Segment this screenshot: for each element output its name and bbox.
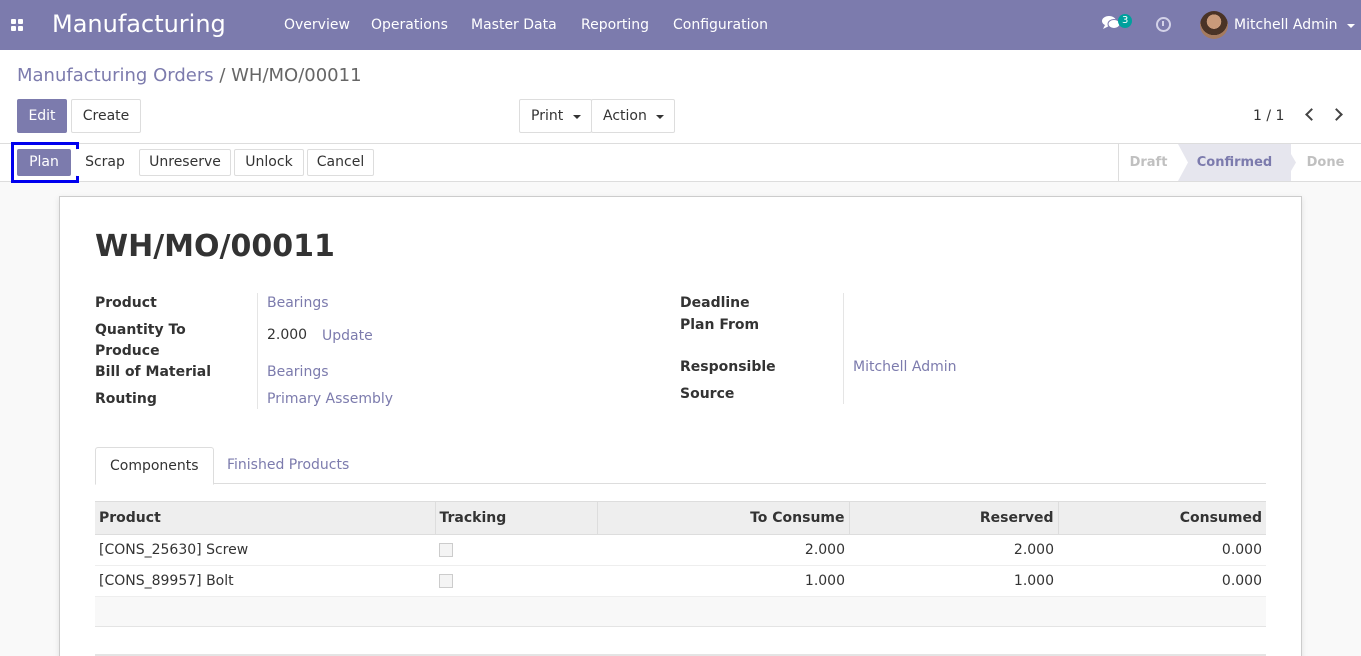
product-label: Product <box>95 295 157 311</box>
routing-label: Routing <box>95 391 157 407</box>
stage-arrow <box>1285 144 1296 181</box>
print-dropdown[interactable]: Print <box>519 99 592 133</box>
source-label: Source <box>680 386 735 402</box>
action-caret-icon <box>656 115 664 119</box>
table-row[interactable]: [CONS_25630] Screw 2.000 2.000 0.000 <box>95 534 1266 566</box>
user-avatar[interactable] <box>1200 11 1228 39</box>
qty-label: Quantity To Produce <box>95 322 186 359</box>
empty-cell <box>95 596 1266 627</box>
bom-value[interactable]: Bearings <box>267 362 329 383</box>
empty-row <box>95 596 1266 627</box>
row-consumed: 0.000 <box>1058 565 1266 597</box>
row-tracking <box>435 534 597 566</box>
status-bar: Plan Scrap Unreserve Unlock Cancel Draft… <box>0 142 1361 183</box>
menu-configuration[interactable]: Configuration <box>673 17 768 33</box>
product-value[interactable]: Bearings <box>267 293 329 314</box>
record-title: WH/MO/00011 <box>95 229 335 264</box>
table-header-row: Product Tracking To Consume Reserved Con… <box>95 501 1266 535</box>
tracking-checkbox <box>439 543 453 557</box>
scrap-button[interactable]: Scrap <box>75 149 135 176</box>
user-caret-icon <box>1347 24 1355 28</box>
top-navbar: Manufacturing Overview Operations Master… <box>0 0 1361 50</box>
tracking-checkbox <box>439 574 453 588</box>
stage-confirmed[interactable]: Confirmed <box>1178 144 1291 181</box>
menu-reporting[interactable]: Reporting <box>581 17 649 33</box>
menu-master-data[interactable]: Master Data <box>471 17 557 33</box>
row-reserved: 2.000 <box>849 534 1058 566</box>
table-row[interactable]: [CONS_89957] Bolt 1.000 1.000 0.000 <box>95 565 1266 597</box>
row-to-consume: 2.000 <box>597 534 849 566</box>
components-table: Product Tracking To Consume Reserved Con… <box>95 501 1266 627</box>
breadcrumb-parent[interactable]: Manufacturing Orders <box>17 65 214 86</box>
edit-button[interactable]: Edit <box>17 99 67 133</box>
apps-grid-icon[interactable] <box>11 19 25 31</box>
qty-value: 2.000 <box>267 327 308 343</box>
stage-done[interactable]: Done <box>1298 144 1353 181</box>
print-label: Print <box>531 108 564 124</box>
pager-previous-icon[interactable] <box>1305 108 1318 121</box>
notebook-tabs: Components Finished Products <box>95 447 1266 485</box>
action-dropdown[interactable]: Action <box>591 99 675 133</box>
unreserve-button[interactable]: Unreserve <box>139 149 231 176</box>
col-product[interactable]: Product <box>95 501 436 535</box>
cancel-button[interactable]: Cancel <box>307 149 374 176</box>
col-to-consume[interactable]: To Consume <box>597 501 850 535</box>
update-qty-link[interactable]: Update <box>322 326 373 347</box>
menu-operations[interactable]: Operations <box>371 17 448 33</box>
pager-value[interactable]: 1 / 1 <box>1253 108 1284 124</box>
activity-clock-icon[interactable] <box>1156 17 1171 32</box>
row-to-consume: 1.000 <box>597 565 849 597</box>
create-button[interactable]: Create <box>71 99 141 133</box>
col-reserved[interactable]: Reserved <box>849 501 1059 535</box>
tab-finished-products[interactable]: Finished Products <box>213 447 363 484</box>
app-title: Manufacturing <box>52 10 226 38</box>
row-tracking <box>435 565 597 597</box>
plan-button[interactable]: Plan <box>17 149 71 176</box>
unlock-button[interactable]: Unlock <box>234 149 304 176</box>
plan-from-label: Plan From <box>680 317 760 333</box>
menu-overview[interactable]: Overview <box>284 17 350 33</box>
breadcrumb-separator: / <box>213 65 232 86</box>
row-reserved: 1.000 <box>849 565 1058 597</box>
print-caret-icon <box>573 115 581 119</box>
chat-count-badge: 3 <box>1118 14 1133 28</box>
deadline-label: Deadline <box>680 295 750 311</box>
row-product: [CONS_25630] Screw <box>95 534 435 566</box>
stage-draft[interactable]: Draft <box>1118 144 1178 181</box>
col-tracking[interactable]: Tracking <box>435 501 598 535</box>
row-product: [CONS_89957] Bolt <box>95 565 435 597</box>
action-label: Action <box>603 108 647 124</box>
user-menu[interactable]: Mitchell Admin <box>1234 17 1338 33</box>
row-consumed: 0.000 <box>1058 534 1266 566</box>
form-sheet: WH/MO/00011 Product Bearings Quantity To… <box>59 196 1302 656</box>
breadcrumb: Manufacturing Orders / WH/MO/00011 <box>17 65 362 86</box>
left-column-divider <box>257 293 258 409</box>
col-consumed[interactable]: Consumed <box>1058 501 1266 535</box>
tab-components[interactable]: Components <box>95 447 214 485</box>
bom-label: Bill of Material <box>95 364 212 380</box>
pager-next-icon[interactable] <box>1330 108 1343 121</box>
breadcrumb-current: WH/MO/00011 <box>231 65 362 86</box>
responsible-label: Responsible <box>680 359 776 375</box>
control-panel: Manufacturing Orders / WH/MO/00011 Edit … <box>0 50 1361 144</box>
responsible-value[interactable]: Mitchell Admin <box>853 357 957 378</box>
routing-value[interactable]: Primary Assembly <box>267 389 393 410</box>
right-column-divider <box>843 293 844 404</box>
